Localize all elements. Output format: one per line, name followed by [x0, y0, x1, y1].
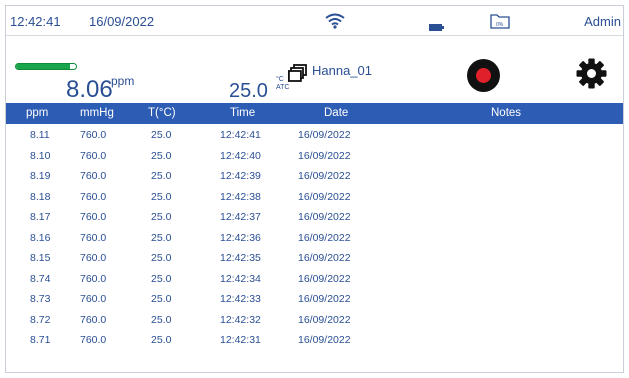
record-icon — [476, 68, 491, 83]
cell-temperature: 25.0 — [151, 170, 172, 182]
cell-ppm: 8.18 — [30, 190, 51, 203]
wifi-icon — [325, 13, 345, 34]
table-row[interactable]: 8.19 760.0 25.0 12:42:39 16/09/2022 — [6, 167, 623, 188]
log-table-body: 8.11 760.0 25.0 12:42:41 16/09/2022 8.10… — [6, 126, 623, 352]
cell-date: 16/09/2022 — [298, 129, 351, 141]
reading-unit: ppm — [111, 74, 135, 88]
record-button[interactable] — [467, 59, 500, 92]
cell-time: 12:42:33 — [220, 293, 261, 305]
column-header-ppm[interactable]: ppm — [26, 107, 48, 119]
cell-ppm: 8.16 — [30, 231, 51, 244]
level-bar-fill — [16, 64, 70, 69]
table-row[interactable]: 8.72 760.0 25.0 12:42:32 16/09/2022 — [6, 311, 623, 332]
table-row[interactable]: 8.10 760.0 25.0 12:42:40 16/09/2022 — [6, 147, 623, 168]
device-screen: 12:42:41 16/09/2022 0% Admin 8.06 ppm 25… — [5, 5, 624, 373]
cell-mmhg: 760.0 — [80, 272, 107, 285]
cell-mmhg: 760.0 — [80, 231, 107, 244]
cell-date: 16/09/2022 — [298, 334, 351, 346]
cell-ppm: 8.17 — [30, 211, 51, 223]
sensor-copy-icon[interactable] — [287, 64, 308, 87]
cell-mmhg: 760.0 — [80, 129, 107, 141]
battery-icon — [429, 18, 444, 31]
user-name[interactable]: Admin — [584, 14, 621, 29]
cell-ppm: 8.72 — [30, 313, 51, 326]
table-row[interactable]: 8.15 760.0 25.0 12:42:35 16/09/2022 — [6, 249, 623, 270]
cell-time: 12:42:37 — [220, 211, 261, 223]
cell-ppm: 8.19 — [30, 170, 51, 182]
sensor-name[interactable]: Hanna_01 — [312, 63, 372, 78]
cell-ppm: 8.74 — [30, 272, 51, 285]
cell-time: 12:42:38 — [220, 190, 261, 203]
cell-ppm: 8.15 — [30, 252, 51, 264]
level-bar — [15, 63, 77, 70]
cell-mmhg: 760.0 — [80, 211, 107, 223]
cell-time: 12:42:36 — [220, 231, 261, 244]
cell-ppm: 8.73 — [30, 293, 51, 305]
cell-ppm: 8.10 — [30, 149, 51, 162]
cell-temperature: 25.0 — [151, 313, 172, 326]
cell-temperature: 25.0 — [151, 149, 172, 162]
cell-temperature: 25.0 — [151, 211, 172, 223]
cell-date: 16/09/2022 — [298, 231, 351, 244]
table-row[interactable]: 8.18 760.0 25.0 12:42:38 16/09/2022 — [6, 188, 623, 209]
cell-date: 16/09/2022 — [298, 211, 351, 223]
cell-temperature: 25.0 — [151, 334, 172, 346]
temperature-unit-top: °C — [276, 76, 284, 83]
cell-ppm: 8.11 — [30, 129, 50, 141]
cell-mmhg: 760.0 — [80, 313, 107, 326]
reading-panel: 8.06 ppm 25.0 °C ATC Hanna_01 — [6, 36, 623, 103]
cell-mmhg: 760.0 — [80, 190, 107, 203]
cell-date: 16/09/2022 — [298, 170, 351, 182]
column-header-mmhg[interactable]: mmHg — [80, 107, 114, 119]
reading-value: 8.06 — [66, 76, 113, 103]
cell-ppm: 8.71 — [30, 334, 51, 346]
table-row[interactable]: 8.16 760.0 25.0 12:42:36 16/09/2022 — [6, 229, 623, 250]
cell-temperature: 25.0 — [151, 252, 172, 264]
cell-time: 12:42:39 — [220, 170, 261, 182]
cell-time: 12:42:40 — [220, 149, 261, 162]
column-header-date[interactable]: Date — [324, 107, 348, 119]
table-row[interactable]: 8.74 760.0 25.0 12:42:34 16/09/2022 — [6, 270, 623, 291]
status-date: 16/09/2022 — [89, 14, 155, 29]
cell-time: 12:42:32 — [220, 313, 261, 326]
table-row[interactable]: 8.71 760.0 25.0 12:42:31 16/09/2022 — [6, 331, 623, 352]
column-header-temperature[interactable]: T(°C) — [148, 107, 176, 119]
cell-time: 12:42:41 — [220, 129, 261, 141]
table-row[interactable]: 8.11 760.0 25.0 12:42:41 16/09/2022 — [6, 126, 623, 147]
cell-date: 16/09/2022 — [298, 190, 351, 203]
cell-date: 16/09/2022 — [298, 272, 351, 285]
log-table-header: ppm mmHg T(°C) Time Date Notes — [6, 103, 623, 124]
cell-mmhg: 760.0 — [80, 149, 107, 162]
folder-icon[interactable]: 0% — [490, 11, 510, 36]
cell-temperature: 25.0 — [151, 272, 172, 285]
cell-time: 12:42:31 — [220, 334, 261, 346]
cell-date: 16/09/2022 — [298, 252, 351, 264]
cell-temperature: 25.0 — [151, 231, 172, 244]
cell-date: 16/09/2022 — [298, 313, 351, 326]
cell-mmhg: 760.0 — [80, 334, 107, 346]
cell-mmhg: 760.0 — [80, 252, 107, 264]
cell-time: 12:42:35 — [220, 252, 261, 264]
temperature-value: 25.0 — [229, 80, 268, 102]
status-time: 12:42:41 — [10, 14, 61, 29]
gear-icon — [576, 58, 607, 89]
cell-mmhg: 760.0 — [80, 293, 107, 305]
status-bar: 12:42:41 16/09/2022 0% Admin — [6, 6, 623, 36]
cell-mmhg: 760.0 — [80, 170, 107, 182]
settings-button[interactable] — [575, 57, 608, 90]
cell-temperature: 25.0 — [151, 293, 172, 305]
cell-date: 16/09/2022 — [298, 293, 351, 305]
column-header-notes[interactable]: Notes — [491, 107, 521, 119]
table-row[interactable]: 8.73 760.0 25.0 12:42:33 16/09/2022 — [6, 290, 623, 311]
cell-temperature: 25.0 — [151, 190, 172, 203]
cell-time: 12:42:34 — [220, 272, 261, 285]
column-header-time[interactable]: Time — [230, 107, 255, 119]
table-row[interactable]: 8.17 760.0 25.0 12:42:37 16/09/2022 — [6, 208, 623, 229]
folder-usage-label: 0% — [496, 22, 504, 28]
cell-date: 16/09/2022 — [298, 149, 351, 162]
cell-temperature: 25.0 — [151, 129, 172, 141]
